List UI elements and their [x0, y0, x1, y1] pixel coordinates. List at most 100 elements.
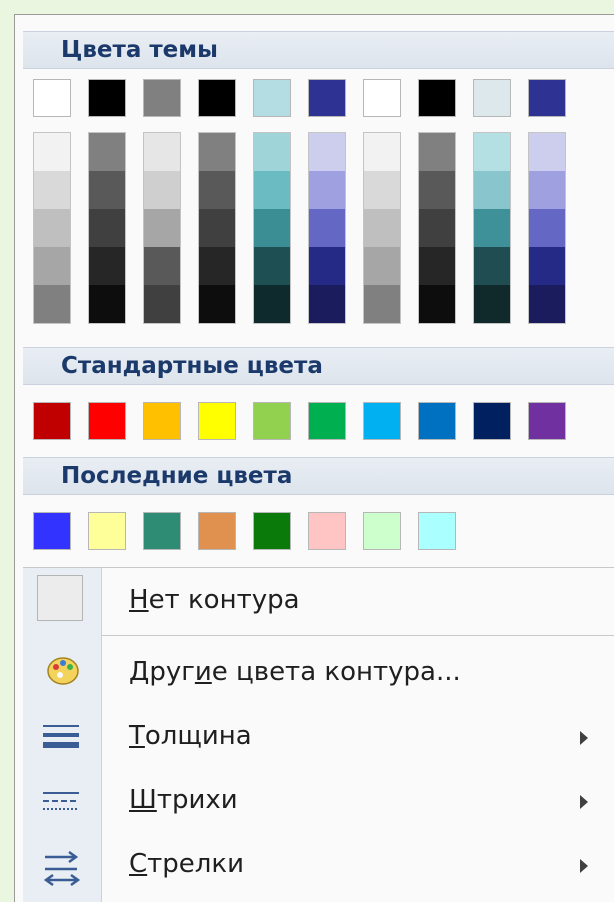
theme-shade-swatch[interactable] [254, 285, 290, 323]
outline-color-menu: Цвета темы Стандартные цвета Последние ц… [14, 14, 614, 902]
theme-shade-swatch[interactable] [419, 247, 455, 285]
theme-color-swatch[interactable] [198, 79, 236, 117]
theme-shade-swatch[interactable] [89, 285, 125, 323]
no-outline-item[interactable]: Нет контура [23, 571, 614, 635]
theme-shade-swatch[interactable] [89, 133, 125, 171]
theme-shade-swatch[interactable] [529, 171, 565, 209]
dashes-label: Штрихи [129, 785, 238, 815]
recent-color-swatch[interactable] [33, 512, 71, 550]
standard-color-swatch[interactable] [308, 402, 346, 440]
theme-shade-swatch[interactable] [419, 209, 455, 247]
theme-shade-swatch[interactable] [34, 209, 70, 247]
theme-colors-header: Цвета темы [23, 31, 614, 69]
theme-shade-swatch[interactable] [144, 209, 180, 247]
theme-shade-swatch[interactable] [199, 285, 235, 323]
theme-shade-swatch[interactable] [364, 209, 400, 247]
theme-color-swatch[interactable] [363, 79, 401, 117]
theme-shade-swatch[interactable] [34, 171, 70, 209]
theme-shade-swatch[interactable] [144, 133, 180, 171]
theme-shade-swatch[interactable] [364, 247, 400, 285]
theme-shade-swatch[interactable] [199, 133, 235, 171]
submenu-arrow-icon [580, 731, 588, 745]
standard-color-swatch[interactable] [198, 402, 236, 440]
theme-shade-swatch[interactable] [364, 285, 400, 323]
theme-color-swatch[interactable] [33, 79, 71, 117]
standard-color-swatch[interactable] [88, 402, 126, 440]
arrows-icon [43, 850, 81, 887]
theme-shade-swatch[interactable] [309, 209, 345, 247]
theme-shade-swatch[interactable] [144, 247, 180, 285]
theme-shade-swatch[interactable] [199, 209, 235, 247]
theme-shade-swatch[interactable] [144, 171, 180, 209]
theme-shade-column [308, 132, 346, 324]
theme-shade-swatch[interactable] [34, 133, 70, 171]
standard-colors-header: Стандартные цвета [23, 347, 614, 385]
arrows-item[interactable]: Стрелки [23, 835, 614, 899]
theme-shade-swatch[interactable] [199, 171, 235, 209]
recent-color-swatch[interactable] [418, 512, 456, 550]
theme-shade-swatch[interactable] [529, 133, 565, 171]
palette-icon [47, 657, 79, 685]
theme-color-swatch[interactable] [143, 79, 181, 117]
recent-color-swatch[interactable] [363, 512, 401, 550]
theme-shade-swatch[interactable] [474, 247, 510, 285]
recent-color-swatch[interactable] [88, 512, 126, 550]
theme-color-swatch[interactable] [418, 79, 456, 117]
theme-shade-swatch[interactable] [309, 133, 345, 171]
theme-shade-swatch[interactable] [474, 133, 510, 171]
theme-shade-swatch[interactable] [254, 133, 290, 171]
theme-shade-swatch[interactable] [309, 171, 345, 209]
theme-shade-swatch[interactable] [529, 285, 565, 323]
theme-shade-swatch[interactable] [419, 171, 455, 209]
standard-color-swatch[interactable] [143, 402, 181, 440]
theme-color-swatch[interactable] [528, 79, 566, 117]
theme-shade-swatch[interactable] [254, 247, 290, 285]
theme-shade-swatch[interactable] [419, 285, 455, 323]
standard-color-swatch[interactable] [33, 402, 71, 440]
standard-color-swatch[interactable] [418, 402, 456, 440]
theme-shade-swatch[interactable] [89, 247, 125, 285]
theme-shade-column [33, 132, 71, 324]
theme-shade-swatch[interactable] [309, 285, 345, 323]
theme-shade-column [143, 132, 181, 324]
more-outline-colors-item[interactable]: Другие цвета контура... [23, 643, 614, 707]
theme-color-swatch[interactable] [253, 79, 291, 117]
recent-color-swatch[interactable] [143, 512, 181, 550]
theme-color-swatch[interactable] [308, 79, 346, 117]
theme-shade-column [363, 132, 401, 324]
theme-colors-title: Цвета темы [61, 37, 218, 63]
theme-shade-swatch[interactable] [254, 171, 290, 209]
standard-color-swatch[interactable] [528, 402, 566, 440]
theme-shade-swatch[interactable] [34, 247, 70, 285]
recent-color-swatch[interactable] [198, 512, 236, 550]
theme-shade-swatch[interactable] [364, 133, 400, 171]
weight-item[interactable]: Толщина [23, 707, 614, 771]
theme-shade-swatch[interactable] [144, 285, 180, 323]
submenu-arrow-icon [580, 795, 588, 809]
theme-shade-swatch[interactable] [474, 171, 510, 209]
theme-shade-swatch[interactable] [89, 209, 125, 247]
more-outline-colors-label: Другие цвета контура... [129, 657, 461, 687]
standard-color-swatch[interactable] [363, 402, 401, 440]
theme-color-swatch[interactable] [473, 79, 511, 117]
dashes-item[interactable]: Штрихи [23, 771, 614, 835]
theme-shade-swatch[interactable] [89, 171, 125, 209]
theme-shade-swatch[interactable] [474, 285, 510, 323]
empty-swatch-icon [37, 575, 83, 621]
theme-shade-swatch[interactable] [364, 171, 400, 209]
standard-color-swatch[interactable] [253, 402, 291, 440]
recent-color-swatch[interactable] [308, 512, 346, 550]
theme-shade-swatch[interactable] [474, 209, 510, 247]
theme-shade-swatch[interactable] [254, 209, 290, 247]
theme-shade-swatch[interactable] [529, 209, 565, 247]
theme-shade-swatch[interactable] [34, 285, 70, 323]
theme-shade-swatch[interactable] [419, 133, 455, 171]
theme-shade-swatch[interactable] [199, 247, 235, 285]
recent-color-swatch[interactable] [253, 512, 291, 550]
weight-label: Толщина [129, 721, 252, 751]
standard-color-swatch[interactable] [473, 402, 511, 440]
theme-shade-swatch[interactable] [529, 247, 565, 285]
theme-shade-swatch[interactable] [309, 247, 345, 285]
recent-colors-title: Последние цвета [61, 463, 293, 489]
theme-color-swatch[interactable] [88, 79, 126, 117]
